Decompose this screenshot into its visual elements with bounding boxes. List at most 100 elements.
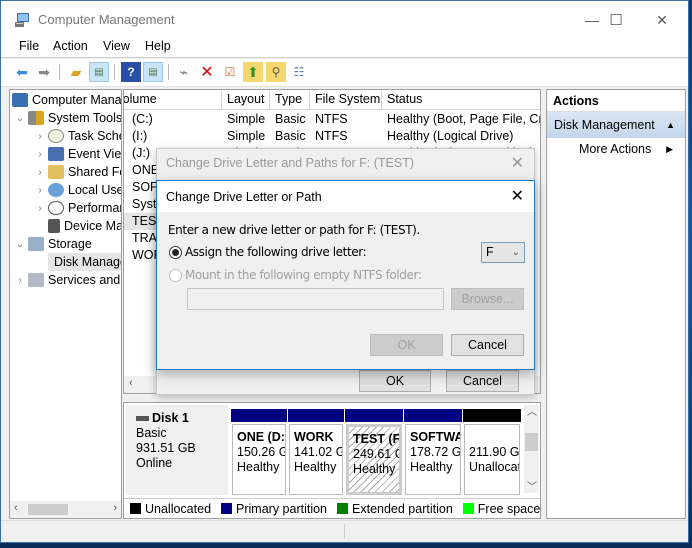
toolbar-separator — [59, 64, 60, 80]
ok-button[interactable]: OK — [370, 334, 443, 356]
menu-view[interactable]: View — [103, 39, 130, 53]
column-volume[interactable]: Volume — [124, 90, 222, 110]
chevron-down-icon[interactable]: ⌄ — [14, 113, 26, 124]
disk-info[interactable]: Disk 1 Basic 931.51 GB Online — [126, 405, 228, 495]
actions-header: Actions — [547, 90, 685, 112]
chevron-right-icon[interactable]: › — [34, 131, 46, 142]
partition-name: SOFTWARE — [410, 430, 460, 444]
close-icon[interactable]: ✕ — [511, 186, 524, 206]
partition-work[interactable]: WORK 141.02 GB NTFS Healthy — [288, 409, 344, 495]
graph-vertical-scrollbar[interactable]: ︿ ﹀ — [524, 405, 539, 493]
legend-swatch — [462, 503, 474, 514]
chevron-right-icon[interactable]: › — [34, 185, 46, 196]
tree-item-label: Services and Applications — [48, 273, 121, 287]
tree-item-label: System Tools — [48, 111, 122, 125]
search-icon[interactable]: ⚲ — [266, 62, 286, 82]
partition-test[interactable]: TEST (F:) 249.61 GB NTFS Healthy — [345, 409, 403, 495]
scroll-up-icon[interactable]: ︿ — [527, 403, 537, 418]
tree-item-device-manager[interactable]: Device Manager — [46, 217, 121, 235]
ok-button[interactable]: OK — [359, 370, 431, 392]
actions-section-disk-management[interactable]: Disk Management ▲ — [547, 112, 685, 138]
status-bar — [1, 520, 688, 542]
shared-folder-icon — [48, 165, 64, 179]
drive-letter-select[interactable]: F ⌄ — [481, 242, 525, 263]
partition-one[interactable]: ONE (D:) 150.26 GB NTFS Healthy — [231, 409, 287, 495]
disk-type: Basic — [136, 426, 167, 440]
partition-size: 211.90 GB — [469, 445, 520, 459]
list-icon[interactable]: ☷ — [289, 62, 309, 82]
tree-item-event-viewer[interactable]: › Event Viewer — [34, 145, 121, 163]
more-actions-label: More Actions — [579, 142, 652, 156]
tree-item-storage[interactable]: ⌄ Storage — [14, 235, 92, 253]
column-layout[interactable]: Layout — [222, 90, 270, 110]
connect-drive-icon[interactable]: ⌁ — [174, 62, 194, 82]
tree-item-disk-management[interactable]: Disk Management — [48, 253, 121, 271]
browse-button[interactable]: Browse... — [451, 288, 524, 310]
scroll-down-icon[interactable]: ﹀ — [527, 478, 537, 493]
scrollbar-thumb[interactable] — [28, 504, 68, 515]
tree-item-computer-management[interactable]: Computer Management (Local) — [12, 91, 121, 109]
scrollbar-thumb[interactable] — [525, 433, 538, 451]
scroll-left-icon[interactable]: ‹ — [14, 502, 18, 514]
chevron-right-icon[interactable]: › — [14, 275, 26, 286]
services-icon — [28, 273, 44, 287]
mount-folder-label[interactable]: Mount in the following empty NTFS folder… — [185, 268, 422, 282]
tree-horizontal-scrollbar[interactable]: ‹ › — [10, 501, 121, 518]
more-actions[interactable]: More Actions ▶ — [547, 138, 685, 160]
close-button[interactable]: ✕ — [640, 8, 684, 32]
up-folder-icon[interactable]: ▰ — [66, 62, 86, 82]
tree-item-performance[interactable]: › Performance — [34, 199, 121, 217]
column-status[interactable]: Status — [382, 90, 540, 110]
chevron-right-icon[interactable]: › — [34, 203, 46, 214]
assign-drive-letter-label[interactable]: Assign the following drive letter: — [185, 245, 367, 259]
tree-item-system-tools[interactable]: ⌄ System Tools — [14, 109, 122, 127]
disk-state: Online — [136, 456, 173, 470]
partition-software[interactable]: SOFTWARE 178.72 GB NTFS Healthy — [404, 409, 462, 495]
partition-type-bar — [231, 409, 287, 422]
disk-name-row: Disk 1 — [136, 411, 228, 426]
show-hide-console-tree-icon[interactable]: ▤ — [89, 62, 109, 82]
delete-icon[interactable]: ✕ — [197, 62, 217, 82]
volume-row[interactable]: (I:) Simple Basic NTFS Healthy (Logical Driv… — [124, 128, 540, 145]
cancel-button[interactable]: Cancel — [446, 370, 519, 392]
import-icon[interactable]: ⬆ — [243, 62, 263, 82]
help-icon[interactable]: ? — [121, 62, 141, 82]
cancel-button[interactable]: Cancel — [451, 334, 524, 356]
chevron-down-icon[interactable]: ⌄ — [14, 239, 26, 250]
volume-row[interactable]: (C:) Simple Basic NTFS Healthy (Boot, Page F… — [124, 111, 540, 128]
partition-unallocated[interactable]: 211.90 GB Unallocated — [463, 409, 521, 495]
maximize-button[interactable]: ☐ — [594, 8, 638, 32]
back-icon[interactable]: ⬅ — [12, 62, 32, 82]
chevron-right-icon[interactable]: › — [34, 149, 46, 160]
tree-item-local-users[interactable]: › Local Users and Groups — [34, 181, 121, 199]
properties-icon[interactable]: ☑ — [220, 62, 240, 82]
legend-swatch — [337, 503, 349, 514]
column-type[interactable]: Type — [270, 90, 310, 110]
mount-path-input[interactable] — [187, 288, 444, 310]
show-hide-action-pane-icon[interactable]: ▤ — [143, 62, 163, 82]
collapse-up-icon[interactable]: ▲ — [666, 112, 675, 138]
dialog-title: Change Drive Letter or Path — [166, 190, 322, 204]
close-icon[interactable]: ✕ — [511, 153, 524, 173]
menu-help[interactable]: Help — [145, 39, 171, 53]
tree-item-label: Storage — [48, 237, 92, 251]
actions-pane: Actions Disk Management ▲ More Actions ▶ — [546, 89, 686, 519]
tree-item-task-scheduler[interactable]: › Task Scheduler — [34, 127, 121, 145]
dialog-title: Change Drive Letter and Paths for F: (TE… — [166, 156, 415, 170]
scroll-left-icon[interactable]: ‹ — [129, 377, 133, 389]
scroll-right-icon[interactable]: › — [113, 502, 117, 514]
cell-volume: (I:) — [132, 129, 148, 143]
forward-icon[interactable]: ➡ — [34, 62, 54, 82]
tree-item-services-and-applications[interactable]: › Services and Applications — [14, 271, 121, 289]
menu-file[interactable]: File — [19, 39, 39, 53]
legend-free-space: Free space — [462, 502, 540, 516]
mount-folder-radio[interactable] — [169, 269, 182, 282]
column-file-system[interactable]: File System — [310, 90, 382, 110]
assign-drive-letter-radio[interactable] — [169, 246, 182, 259]
tree-item-shared-folders[interactable]: › Shared Folders — [34, 163, 121, 181]
menu-bar: File Action View Help — [1, 35, 688, 58]
menu-action[interactable]: Action — [53, 39, 88, 53]
chevron-right-icon[interactable]: › — [34, 167, 46, 178]
cell-status: Healthy (Boot, Page File, Crash Dump, Pr… — [387, 112, 540, 126]
computer-management-icon — [15, 13, 29, 27]
